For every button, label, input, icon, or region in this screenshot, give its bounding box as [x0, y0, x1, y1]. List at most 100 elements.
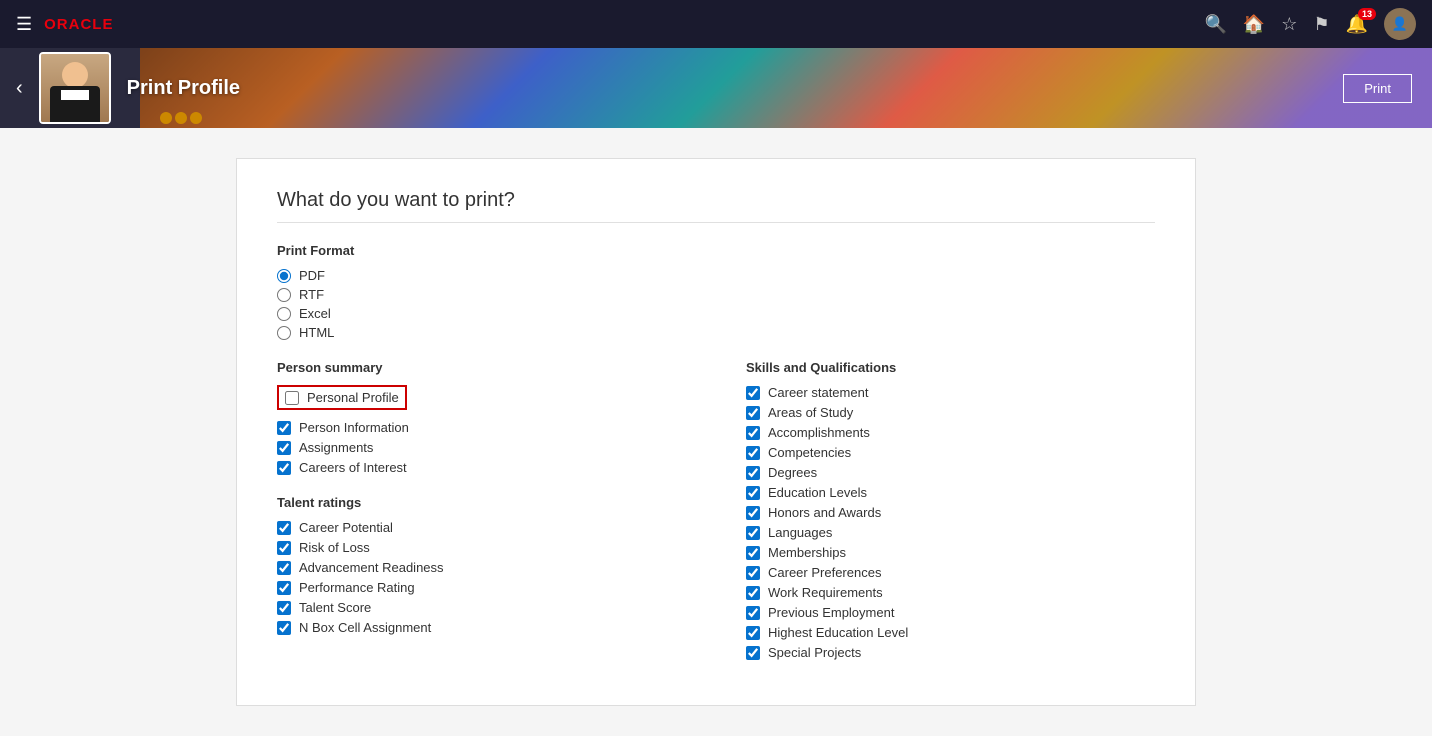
notification-icon[interactable]: 🔔 13 [1346, 14, 1368, 35]
excel-option[interactable]: Excel [277, 306, 1155, 321]
accomplishments-item: Accomplishments [746, 425, 1155, 440]
careers-of-interest-label[interactable]: Careers of Interest [299, 460, 407, 475]
languages-item: Languages [746, 525, 1155, 540]
rtf-radio[interactable] [277, 288, 291, 302]
performance-rating-checkbox[interactable] [277, 581, 291, 595]
work-requirements-label[interactable]: Work Requirements [768, 585, 883, 600]
avatar-label: 👤 [1392, 16, 1408, 32]
talent-score-label[interactable]: Talent Score [299, 600, 371, 615]
main-content: What do you want to print? Print Format … [0, 128, 1432, 736]
person-information-checkbox[interactable] [277, 421, 291, 435]
print-button-container: Print [1343, 74, 1412, 103]
careers-of-interest-item: Careers of Interest [277, 460, 686, 475]
home-icon[interactable]: 🏠 [1243, 14, 1265, 35]
pdf-label: PDF [299, 268, 325, 283]
html-option[interactable]: HTML [277, 325, 1155, 340]
talent-score-item: Talent Score [277, 600, 686, 615]
career-potential-label[interactable]: Career Potential [299, 520, 393, 535]
print-button[interactable]: Print [1343, 74, 1412, 103]
assignments-label[interactable]: Assignments [299, 440, 373, 455]
work-requirements-checkbox[interactable] [746, 586, 760, 600]
search-icon[interactable]: 🔍 [1204, 14, 1226, 35]
competencies-label[interactable]: Competencies [768, 445, 851, 460]
degrees-label[interactable]: Degrees [768, 465, 817, 480]
personal-profile-checkbox[interactable] [285, 391, 299, 405]
risk-of-loss-checkbox[interactable] [277, 541, 291, 555]
competencies-checkbox[interactable] [746, 446, 760, 460]
excel-radio[interactable] [277, 307, 291, 321]
hamburger-menu-icon[interactable]: ☰ [16, 14, 32, 35]
badge-gold-3 [190, 112, 202, 124]
highest-education-item: Highest Education Level [746, 625, 1155, 640]
page-title: What do you want to print? [277, 189, 1155, 212]
memberships-item: Memberships [746, 545, 1155, 560]
html-label: HTML [299, 325, 334, 340]
areas-of-study-label[interactable]: Areas of Study [768, 405, 853, 420]
advancement-readiness-label[interactable]: Advancement Readiness [299, 560, 444, 575]
back-button[interactable]: ‹ [16, 77, 23, 100]
honors-awards-label[interactable]: Honors and Awards [768, 505, 881, 520]
personal-profile-wrapper: Personal Profile [277, 385, 686, 415]
person-summary-section: Person summary Personal Profile Person I… [277, 360, 686, 475]
accomplishments-label[interactable]: Accomplishments [768, 425, 870, 440]
personal-profile-label[interactable]: Personal Profile [307, 390, 399, 405]
user-avatar[interactable]: 👤 [1384, 8, 1416, 40]
excel-label: Excel [299, 306, 331, 321]
languages-checkbox[interactable] [746, 526, 760, 540]
star-icon[interactable]: ☆ [1281, 14, 1297, 35]
work-requirements-item: Work Requirements [746, 585, 1155, 600]
education-levels-label[interactable]: Education Levels [768, 485, 867, 500]
person-summary-title: Person summary [277, 360, 686, 375]
degrees-checkbox[interactable] [746, 466, 760, 480]
risk-of-loss-item: Risk of Loss [277, 540, 686, 555]
honors-awards-checkbox[interactable] [746, 506, 760, 520]
honors-awards-item: Honors and Awards [746, 505, 1155, 520]
print-format-options: PDF RTF Excel HTML [277, 268, 1155, 340]
areas-of-study-checkbox[interactable] [746, 406, 760, 420]
advancement-readiness-checkbox[interactable] [277, 561, 291, 575]
career-potential-checkbox[interactable] [277, 521, 291, 535]
performance-rating-label[interactable]: Performance Rating [299, 580, 415, 595]
career-preferences-label[interactable]: Career Preferences [768, 565, 881, 580]
person-information-item: Person Information [277, 420, 686, 435]
special-projects-label[interactable]: Special Projects [768, 645, 861, 660]
education-levels-checkbox[interactable] [746, 486, 760, 500]
html-radio[interactable] [277, 326, 291, 340]
flag-icon[interactable]: ⚑ [1313, 14, 1329, 35]
talent-ratings-title: Talent ratings [277, 495, 686, 510]
talent-score-checkbox[interactable] [277, 601, 291, 615]
careers-of-interest-checkbox[interactable] [277, 461, 291, 475]
person-information-label[interactable]: Person Information [299, 420, 409, 435]
talent-ratings-section: Talent ratings Career Potential Risk of … [277, 495, 686, 635]
languages-label[interactable]: Languages [768, 525, 832, 540]
rtf-option[interactable]: RTF [277, 287, 1155, 302]
risk-of-loss-label[interactable]: Risk of Loss [299, 540, 370, 555]
highest-education-checkbox[interactable] [746, 626, 760, 640]
notification-badge: 13 [1358, 8, 1376, 20]
pdf-option[interactable]: PDF [277, 268, 1155, 283]
highest-education-label[interactable]: Highest Education Level [768, 625, 908, 640]
previous-employment-label[interactable]: Previous Employment [768, 605, 894, 620]
career-preferences-checkbox[interactable] [746, 566, 760, 580]
memberships-label[interactable]: Memberships [768, 545, 846, 560]
left-column: Person summary Personal Profile Person I… [277, 360, 686, 665]
advancement-readiness-item: Advancement Readiness [277, 560, 686, 575]
previous-employment-checkbox[interactable] [746, 606, 760, 620]
n-box-cell-checkbox[interactable] [277, 621, 291, 635]
pdf-radio[interactable] [277, 269, 291, 283]
areas-of-study-item: Areas of Study [746, 405, 1155, 420]
special-projects-checkbox[interactable] [746, 646, 760, 660]
previous-employment-item: Previous Employment [746, 605, 1155, 620]
assignments-checkbox[interactable] [277, 441, 291, 455]
career-statement-label[interactable]: Career statement [768, 385, 868, 400]
badge-gold [160, 112, 172, 124]
memberships-checkbox[interactable] [746, 546, 760, 560]
title-divider [277, 222, 1155, 223]
career-preferences-item: Career Preferences [746, 565, 1155, 580]
accomplishments-checkbox[interactable] [746, 426, 760, 440]
right-column: Skills and Qualifications Career stateme… [746, 360, 1155, 665]
content-card: What do you want to print? Print Format … [236, 158, 1196, 706]
career-statement-checkbox[interactable] [746, 386, 760, 400]
n-box-cell-label[interactable]: N Box Cell Assignment [299, 620, 431, 635]
career-potential-item: Career Potential [277, 520, 686, 535]
